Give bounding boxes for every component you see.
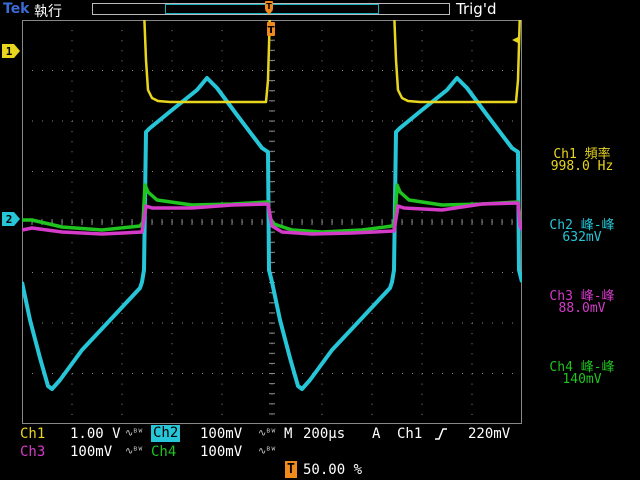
ch1-bandwidth-icon: ∿ᴮᵂ: [125, 428, 143, 439]
ch2-scale[interactable]: 100mV: [200, 425, 242, 443]
brand-logo: Tek: [3, 1, 30, 17]
ch1-ground-marker[interactable]: 1: [2, 44, 20, 58]
trigger-mode: A: [372, 426, 381, 442]
ch3-bandwidth-icon: ∿ᴮᵂ: [125, 446, 143, 457]
ch3-label[interactable]: Ch3: [20, 443, 45, 461]
ch4-scale[interactable]: 100mV: [200, 443, 242, 461]
trigger-position-icon-label: T: [285, 461, 297, 478]
ch2-marker-label: 2: [6, 213, 13, 226]
ch4-bandwidth-icon: ∿ᴮᵂ: [258, 446, 276, 457]
ch1-marker-label: 1: [6, 45, 13, 58]
trigger-source[interactable]: Ch1: [397, 425, 422, 443]
meas-2-value: 632mV: [562, 230, 602, 245]
acquisition-status: 執行: [34, 4, 62, 20]
meas-1-value: 998.0 Hz: [550, 159, 614, 174]
ch2-bandwidth-icon: ∿ᴮᵂ: [258, 428, 276, 439]
trigger-state: Trig'd: [456, 0, 497, 18]
waveform-display[interactable]: T: [22, 20, 522, 424]
timebase-label: M: [284, 426, 293, 442]
trigger-top-label: T: [266, 2, 272, 11]
meas-3-value: 88.0mV: [558, 301, 606, 316]
trigger-level-icon[interactable]: [512, 36, 520, 44]
meas-4-value: 140mV: [562, 372, 602, 387]
trigger-level[interactable]: 220mV: [468, 425, 510, 443]
bottom-readout-bar: Ch1 1.00 V ∿ᴮᵂ Ch2 100mV ∿ᴮᵂ M 200µs A C…: [0, 424, 640, 480]
ch1-scale[interactable]: 1.00 V: [70, 425, 121, 443]
ch3-scale[interactable]: 100mV: [70, 443, 112, 461]
ch2-label[interactable]: Ch2: [151, 425, 181, 442]
ch2-ground-marker[interactable]: 2: [2, 212, 20, 226]
trigger-position-top-icon[interactable]: T: [264, 1, 274, 15]
rising-edge-icon: [435, 428, 447, 440]
ch4-label[interactable]: Ch4: [151, 443, 176, 461]
trigger-position-value[interactable]: 50.00 %: [303, 461, 362, 479]
ch1-label[interactable]: Ch1: [20, 425, 45, 443]
timebase-value[interactable]: 200µs: [303, 425, 345, 443]
top-status-bar: Tek 執行 T Trig'd: [0, 0, 640, 20]
svg-text:T: T: [268, 25, 275, 36]
trigger-position-icon[interactable]: T: [267, 22, 275, 36]
